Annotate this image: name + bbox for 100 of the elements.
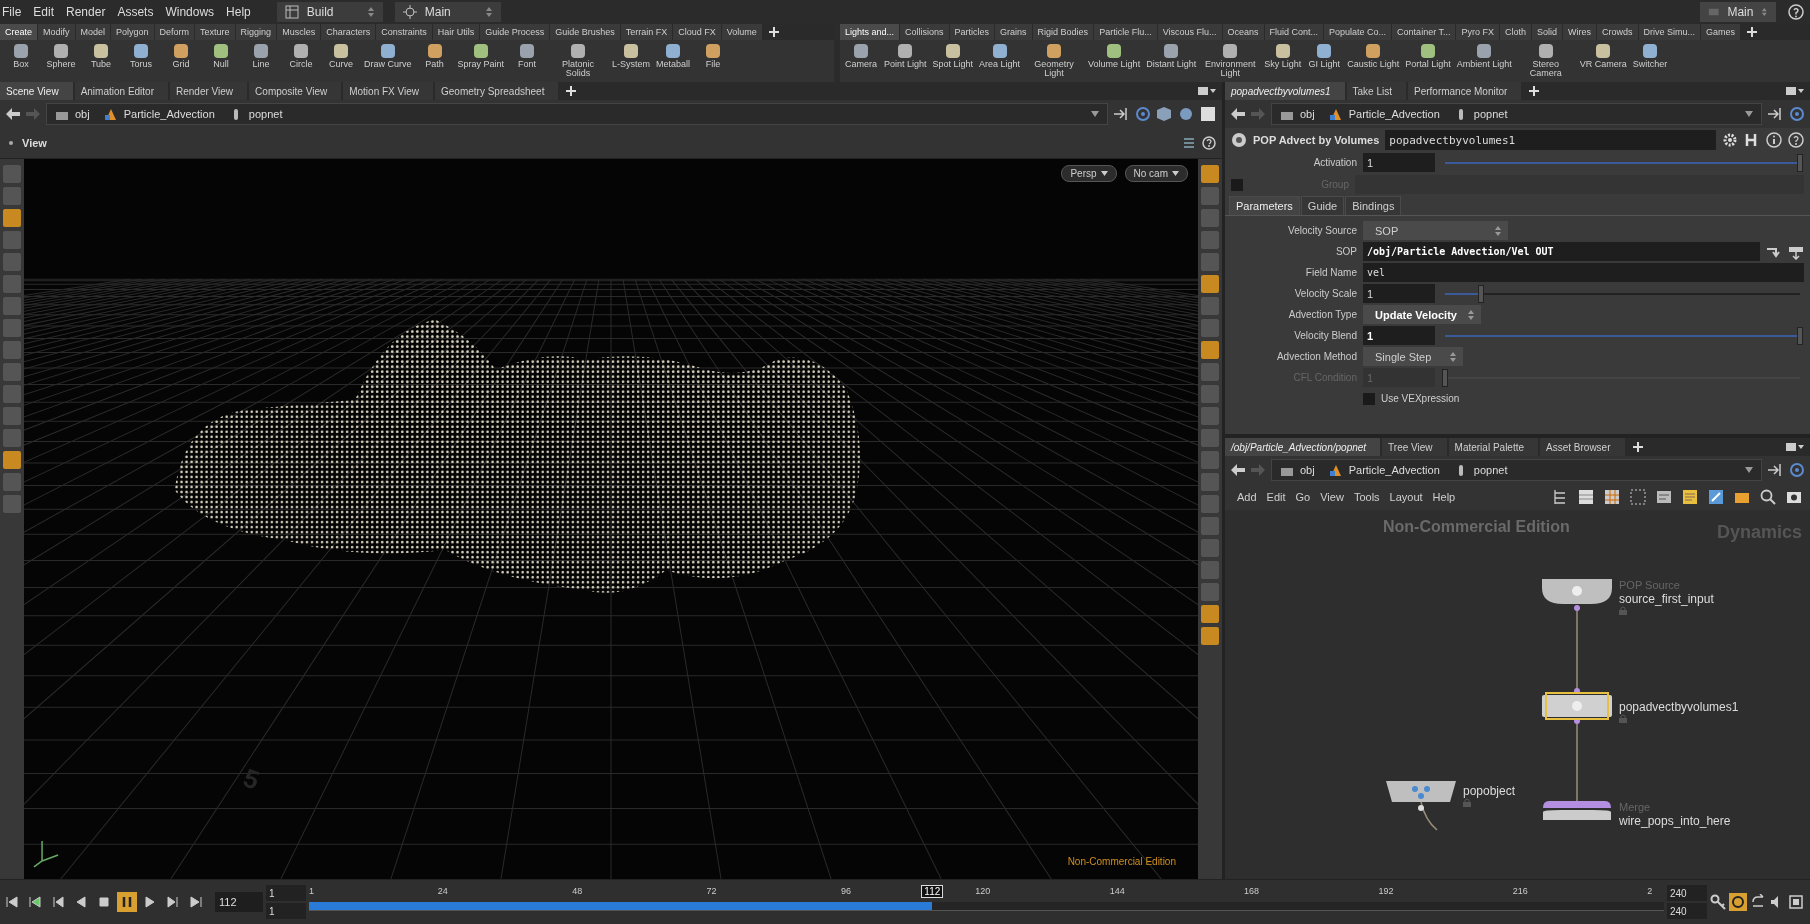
plus-icon[interactable] <box>768 27 779 37</box>
range-field[interactable]: 1 <box>266 885 306 901</box>
shelf-tab[interactable]: Populate Co... <box>1324 24 1392 40</box>
shelf-tab[interactable]: Texture <box>195 24 235 40</box>
text-field[interactable]: vel <box>1363 263 1804 282</box>
shelf-tool[interactable]: Sphere <box>42 42 80 69</box>
pane-tab[interactable]: Animation Editor <box>74 82 168 100</box>
pane-tab[interactable]: Composite View <box>249 82 342 100</box>
help-icon[interactable] <box>1788 4 1804 20</box>
link-circle-icon[interactable] <box>1790 107 1804 121</box>
shelf-tab[interactable]: Pyro FX <box>1456 24 1499 40</box>
pane-tab[interactable]: Motion FX View <box>343 82 433 100</box>
shelf-tool[interactable]: Torus <box>122 42 160 69</box>
menu-item[interactable]: Tools <box>1353 491 1380 503</box>
pane-tab[interactable]: Material Palette <box>1448 438 1539 456</box>
shelf-tab[interactable]: Cloud FX <box>673 24 721 40</box>
context-dropdown[interactable]: Main <box>1700 2 1776 22</box>
list-icon[interactable] <box>1578 489 1594 505</box>
shelf-tool[interactable]: Distant Light <box>1144 42 1199 69</box>
shelf-tab[interactable]: Solid <box>1532 24 1563 40</box>
path-crumb[interactable]: popnet <box>1453 463 1508 477</box>
shelf-tab[interactable]: Particle Flu... <box>1094 24 1157 40</box>
path-crumb[interactable]: Particle_Advection <box>1328 107 1440 121</box>
shelf-tool[interactable]: Caustic Light <box>1345 42 1402 69</box>
camera-icon[interactable] <box>1786 489 1802 505</box>
path-crumb[interactable]: obj <box>1280 463 1315 477</box>
pane-menu-icon[interactable] <box>1786 86 1804 96</box>
menu-dropdown[interactable]: Single Step <box>1363 347 1463 366</box>
slider-thumb[interactable] <box>1477 284 1484 303</box>
shelf-tool[interactable]: Area Light <box>977 42 1023 69</box>
menu-item[interactable]: File <box>2 5 22 19</box>
shelf-tool[interactable]: Platonic Solids <box>548 42 609 78</box>
menu-item[interactable]: Add <box>1237 491 1257 503</box>
shelf-tab[interactable]: Drive Simu... <box>1638 24 1701 40</box>
shelf-tool[interactable]: File <box>694 42 733 69</box>
search-icon[interactable] <box>1760 489 1776 505</box>
shelf-tool[interactable]: Ambient Light <box>1454 42 1514 69</box>
pane-tab[interactable]: Asset Browser <box>1540 438 1625 456</box>
plus-icon[interactable] <box>1529 86 1540 96</box>
shelf-tab[interactable]: Wires <box>1563 24 1597 40</box>
grid-icon[interactable] <box>1604 489 1620 505</box>
slider[interactable] <box>1445 153 1800 172</box>
back-arrow-icon[interactable] <box>1231 108 1245 120</box>
shelf-tool[interactable]: GI Light <box>1305 42 1344 69</box>
shelf-tool[interactable]: Camera <box>842 42 880 69</box>
desktop-dropdown[interactable]: Build <box>276 2 383 22</box>
pane-tab[interactable]: Performance Monitor <box>1408 82 1522 100</box>
shelf-tool[interactable]: Portal Light <box>1403 42 1453 69</box>
pane-tab[interactable]: popadvectbyvolumes1 <box>1225 82 1345 100</box>
shelf-tab[interactable]: Terrain FX <box>620 24 673 40</box>
pane-tab[interactable]: Geometry Spreadsheet <box>435 82 559 100</box>
sliders-icon[interactable] <box>1182 136 1196 150</box>
shelf-tool[interactable]: Box <box>2 42 40 69</box>
shelf-tool[interactable]: Geometry Light <box>1024 42 1085 78</box>
loop-icon[interactable] <box>1750 894 1766 910</box>
shelf-tool[interactable]: Circle <box>282 42 320 69</box>
help-icon[interactable] <box>1788 132 1804 148</box>
frame-field[interactable]: 112 <box>215 892 263 912</box>
shelf-tool[interactable]: Volume Light <box>1086 42 1143 69</box>
gear-icon[interactable] <box>1722 132 1738 148</box>
menu-item[interactable]: Assets <box>117 5 154 19</box>
pane-tab[interactable]: /obj/Particle_Advection/popnet <box>1225 438 1381 456</box>
pane-menu-icon[interactable] <box>1786 442 1804 452</box>
shelf-tab[interactable]: Crowds <box>1597 24 1638 40</box>
shelf-tool[interactable]: Sky Light <box>1262 42 1304 69</box>
path-crumb[interactable]: Particle_Advection <box>103 107 215 121</box>
shelf-tab[interactable]: Fluid Cont... <box>1264 24 1324 40</box>
shelf-tool[interactable]: Draw Curve <box>362 42 414 69</box>
shelf-tab[interactable]: Rigging <box>235 24 277 40</box>
shelf-tab[interactable]: Muscles <box>277 24 321 40</box>
shelf-tab[interactable]: Games <box>1701 24 1741 40</box>
shelf-tool[interactable]: Environment Light <box>1200 42 1261 78</box>
shelf-tab[interactable]: Polygon <box>111 24 154 40</box>
menu-item[interactable]: Go <box>1295 491 1311 503</box>
slider-thumb[interactable] <box>1797 326 1803 345</box>
path-crumb[interactable]: obj <box>1280 107 1315 121</box>
shelf-tab[interactable]: Hair Utils <box>432 24 480 40</box>
menu-dropdown[interactable]: SOP <box>1363 221 1508 240</box>
number-field[interactable]: 1 <box>1363 326 1435 345</box>
shelf-tab[interactable]: Volume <box>721 24 762 40</box>
pane-menu-icon[interactable] <box>1198 86 1216 96</box>
view-handle-icon[interactable] <box>6 138 16 148</box>
shelf-tab[interactable]: Constraints <box>376 24 432 40</box>
pane-tab[interactable]: Render View <box>170 82 248 100</box>
shelf-tab[interactable]: Deform <box>154 24 195 40</box>
shelf-tool[interactable]: VR Camera <box>1577 42 1629 69</box>
shelf-tool[interactable]: Metaball <box>654 42 693 69</box>
current-frame-marker[interactable]: 112 <box>921 885 944 898</box>
slider[interactable] <box>1445 326 1800 345</box>
plus-icon[interactable] <box>1747 27 1758 37</box>
menu-item[interactable]: Layout <box>1389 491 1423 503</box>
shelf-tab[interactable]: Create <box>0 24 37 40</box>
back-arrow-icon[interactable] <box>1231 464 1245 476</box>
pane-tab[interactable]: Take List <box>1346 82 1406 100</box>
shelf-tab[interactable]: Cloth <box>1500 24 1531 40</box>
key-icon[interactable] <box>1710 894 1726 910</box>
shelf-tab[interactable]: Guide Brushes <box>550 24 620 40</box>
playback-button[interactable] <box>117 892 137 912</box>
path-crumb[interactable]: obj <box>55 107 90 121</box>
caret-icon[interactable] <box>1745 467 1753 473</box>
